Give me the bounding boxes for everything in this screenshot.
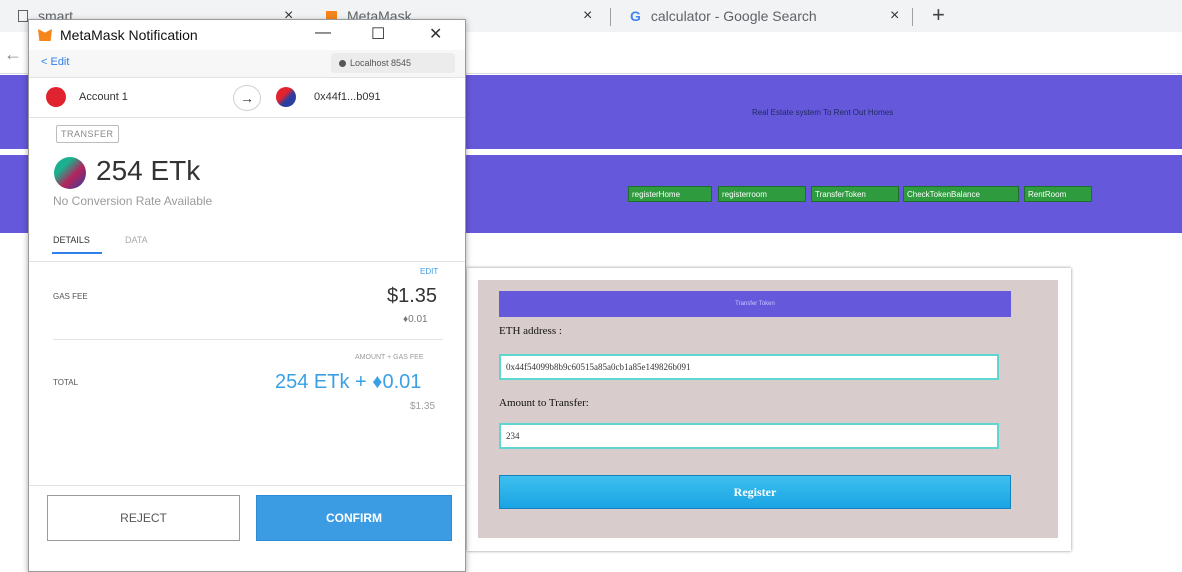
tab-details[interactable]: DETAILS: [53, 235, 90, 245]
nav-check-token-balance-button[interactable]: CheckTokenBalance: [903, 186, 1019, 202]
gas-fee-usd: $1.35: [387, 285, 438, 307]
back-edit-link[interactable]: < Edit: [41, 56, 69, 68]
register-button[interactable]: Register: [499, 475, 1011, 509]
amount-label: Amount to Transfer:: [499, 397, 589, 409]
maximize-icon[interactable]: ☐: [371, 24, 385, 44]
screen: smart × MetaMask × G calculator - Google…: [0, 0, 1182, 572]
google-icon: G: [630, 8, 641, 24]
account-avatar: [46, 87, 66, 107]
network-indicator[interactable]: Localhost 8545: [331, 53, 455, 73]
metamask-content: MetaMask Notification — ☐ ✕ < Edit Local…: [29, 20, 465, 571]
total-value: 254 ETk + ♦0.01: [275, 371, 422, 393]
tab-google-search[interactable]: G calculator - Google Search ×: [630, 0, 920, 32]
page-icon: [18, 10, 28, 22]
back-arrow-icon[interactable]: ←: [4, 44, 22, 65]
recipient-avatar: [276, 87, 296, 107]
window-title: MetaMask Notification: [60, 27, 198, 43]
tab-data[interactable]: DATA: [125, 235, 148, 245]
total-label: TOTAL: [53, 378, 79, 387]
from-account-name: Account 1: [79, 91, 128, 103]
eth-address-input[interactable]: 0x44f54099b8b9c60515a85a0cb1a85e149826b0…: [499, 354, 999, 380]
confirm-button[interactable]: CONFIRM: [256, 495, 452, 541]
nav-transfer-token-button[interactable]: TransferToken: [811, 186, 899, 202]
minimize-icon[interactable]: —: [315, 24, 331, 42]
total-usd: $1.35: [410, 401, 436, 412]
transaction-type-badge: TRANSFER: [56, 125, 119, 143]
circle-dot-icon: [339, 60, 346, 68]
tab-separator: [912, 8, 913, 26]
close-icon[interactable]: ✕: [429, 24, 442, 44]
amount-input[interactable]: 234: [499, 423, 999, 449]
nav-register-home-button[interactable]: registerHome: [628, 186, 712, 202]
divider: [53, 339, 443, 340]
form-header: Transfer Token: [499, 291, 1011, 317]
tab-separator: [610, 8, 611, 26]
tab-close-icon[interactable]: ×: [890, 7, 899, 25]
gas-fee-label: GAS FEE: [53, 292, 88, 301]
details-tabs: [29, 222, 465, 262]
reject-button[interactable]: REJECT: [47, 495, 240, 541]
page-title: Real Estate system To Rent Out Homes: [752, 108, 894, 117]
tab-close-icon[interactable]: ×: [583, 7, 592, 25]
conversion-note: No Conversion Rate Available: [53, 194, 213, 208]
gas-fee-eth: ♦0.01: [403, 314, 428, 325]
arrow-right-icon: →: [233, 85, 261, 111]
footer-divider: [29, 485, 465, 486]
new-tab-icon[interactable]: +: [932, 2, 945, 28]
eth-address-label: ETH address :: [499, 325, 562, 337]
network-label: Localhost 8545: [350, 58, 412, 68]
transaction-amount: 254 ETk: [96, 155, 201, 186]
token-icon: [54, 157, 86, 189]
tab-label: calculator - Google Search: [650, 8, 817, 24]
nav-rent-room-button[interactable]: RentRoom: [1024, 186, 1092, 202]
active-tab-underline: [52, 252, 102, 254]
amount-plus-gas-label: AMOUNT + GAS FEE: [355, 354, 424, 361]
edit-gas-link[interactable]: EDIT: [420, 267, 438, 276]
to-address: 0x44f1...b091: [314, 91, 381, 103]
nav-register-room-button[interactable]: registerroom: [718, 186, 806, 202]
